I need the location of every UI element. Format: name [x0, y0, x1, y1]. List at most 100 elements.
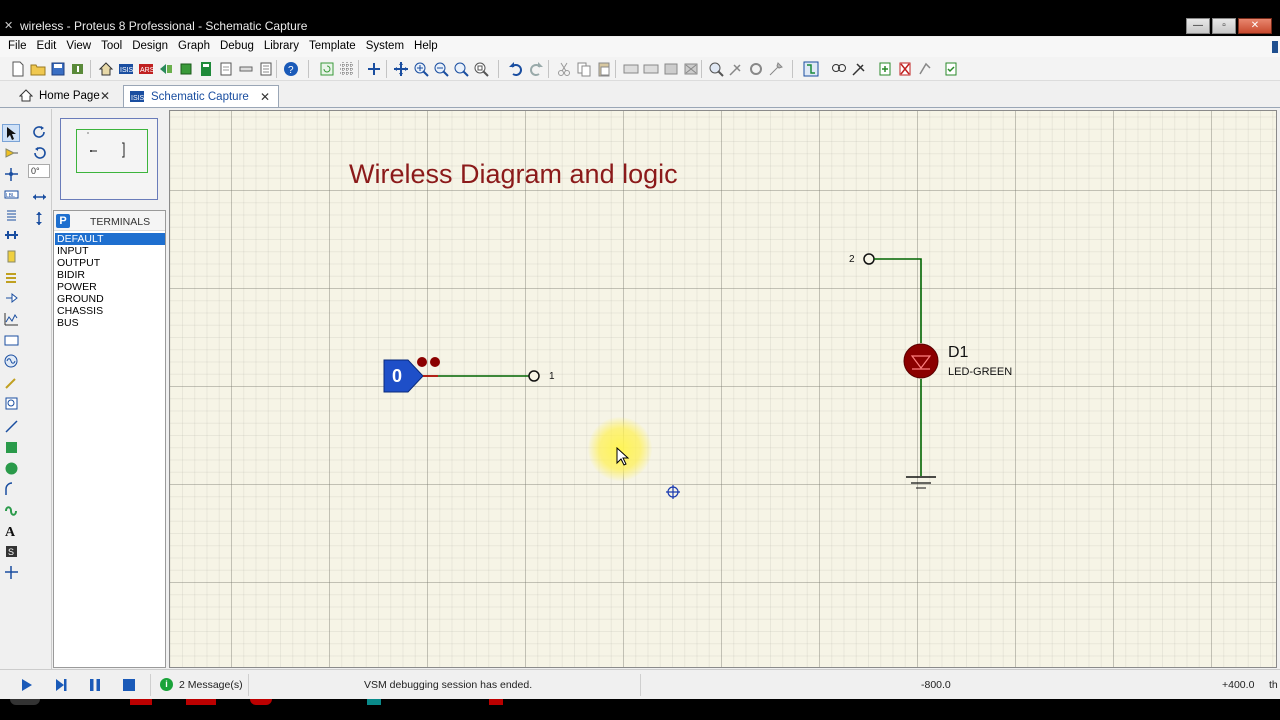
menu-graph[interactable]: Graph [174, 37, 214, 57]
3d-view-icon[interactable] [177, 60, 194, 77]
bus-icon[interactable] [2, 226, 20, 244]
list-item[interactable]: DEFAULT [55, 233, 165, 245]
wire-autorouter-icon[interactable] [802, 60, 819, 77]
new-sheet-icon[interactable] [876, 60, 893, 77]
redo-icon[interactable] [527, 60, 544, 77]
search-tag-icon[interactable] [830, 60, 847, 77]
open-folder-icon[interactable] [29, 60, 46, 77]
packaging-tool-icon[interactable] [747, 60, 764, 77]
zoom-in-icon[interactable] [412, 60, 429, 77]
graph-mode-icon[interactable] [2, 310, 20, 328]
list-item[interactable]: BUS [55, 317, 165, 329]
junction-dot-icon[interactable] [2, 165, 20, 183]
save-icon[interactable] [49, 60, 66, 77]
text-script-icon[interactable] [2, 206, 20, 224]
list-item[interactable]: CHASSIS [55, 305, 165, 317]
help-icon[interactable]: ? [282, 60, 299, 77]
list-item[interactable]: OUTPUT [55, 257, 165, 269]
pick-devices-button[interactable]: P [56, 214, 70, 228]
menu-debug[interactable]: Debug [216, 37, 258, 57]
terminal-2[interactable] [863, 253, 875, 265]
bom-icon[interactable] [197, 60, 214, 77]
pause-icon[interactable] [87, 677, 103, 693]
make-device-icon[interactable] [727, 60, 744, 77]
circle-tool-icon[interactable] [2, 459, 20, 477]
probe-icon[interactable] [2, 373, 20, 391]
electrical-rules-icon[interactable] [942, 60, 959, 77]
menu-tool[interactable]: Tool [97, 37, 126, 57]
pan-icon[interactable] [392, 60, 409, 77]
component-mode-icon[interactable] [2, 144, 20, 162]
design-explorer-icon[interactable] [237, 60, 254, 77]
close-tab-icon[interactable]: ✕ [100, 89, 110, 103]
path-tool-icon[interactable] [2, 501, 20, 519]
source-code-icon[interactable] [217, 60, 234, 77]
menu-library[interactable]: Library [260, 37, 303, 57]
menu-help[interactable]: Help [410, 37, 442, 57]
block-move-icon[interactable] [642, 60, 659, 77]
selection-mode-icon[interactable] [2, 124, 20, 142]
block-copy-icon[interactable] [622, 60, 639, 77]
line-tool-icon[interactable] [2, 417, 20, 435]
rotation-angle-field[interactable]: 0° [28, 164, 50, 178]
zoom-area-icon[interactable] [472, 60, 489, 77]
stop-icon[interactable] [121, 677, 137, 693]
led-reference-label[interactable]: D1 [948, 344, 968, 362]
origin-icon[interactable] [365, 60, 382, 77]
grid-icon[interactable] [338, 60, 355, 77]
new-file-icon[interactable] [9, 60, 26, 77]
box-tool-icon[interactable] [2, 438, 20, 456]
text-tool-icon[interactable]: A [2, 521, 20, 539]
tape-recorder-icon[interactable] [2, 331, 20, 349]
symbol-tool-icon[interactable]: S [2, 542, 20, 560]
gerber-icon[interactable] [157, 60, 174, 77]
remove-sheet-icon[interactable] [896, 60, 913, 77]
notes-icon[interactable] [257, 60, 274, 77]
mirror-horizontal-icon[interactable] [30, 188, 48, 206]
logic-state-value[interactable]: 0 [392, 366, 402, 387]
pcb-icon[interactable]: ARS [137, 60, 154, 77]
schematic-icon[interactable]: ISIS [117, 60, 134, 77]
close-tab-icon[interactable]: ✕ [260, 90, 270, 104]
list-item[interactable]: GROUND [55, 293, 165, 305]
tab-schematic-capture[interactable]: ISIS Schematic Capture ✕ [123, 85, 279, 107]
paste-icon[interactable] [595, 60, 612, 77]
menu-template[interactable]: Template [305, 37, 360, 57]
close-icon[interactable]: ✕ [1238, 18, 1272, 34]
messages-count[interactable]: 2 Message(s) [179, 679, 243, 691]
wire-label-icon[interactable]: LBL [2, 185, 20, 203]
terminal-1[interactable] [528, 370, 540, 382]
rotate-clockwise-icon[interactable] [30, 123, 48, 141]
generator-icon[interactable] [2, 352, 20, 370]
zoom-all-icon[interactable] [452, 60, 469, 77]
ground-terminal[interactable] [906, 476, 936, 489]
refresh-icon[interactable] [318, 60, 335, 77]
undo-icon[interactable] [507, 60, 524, 77]
subcircuit-icon[interactable] [2, 247, 20, 265]
led-value-label[interactable]: LED-GREEN [948, 366, 1012, 378]
mirror-vertical-icon[interactable] [30, 209, 48, 227]
list-item[interactable]: BIDIR [55, 269, 165, 281]
decompose-icon[interactable] [767, 60, 784, 77]
exit-to-parent-icon[interactable] [916, 60, 933, 77]
marker-tool-icon[interactable] [2, 563, 20, 581]
list-item[interactable]: INPUT [55, 245, 165, 257]
home-icon[interactable] [97, 60, 114, 77]
schematic-canvas[interactable]: Wireless Diagram and logic 0 1 2 D1 LED-… [169, 110, 1277, 668]
pick-device-icon[interactable] [707, 60, 724, 77]
block-delete-icon[interactable] [682, 60, 699, 77]
play-icon[interactable] [18, 677, 34, 693]
led-d1[interactable] [903, 343, 939, 379]
menu-view[interactable]: View [62, 37, 95, 57]
step-icon[interactable] [53, 677, 69, 693]
zoom-out-icon[interactable] [432, 60, 449, 77]
tab-home-page[interactable]: Home Page ✕ [14, 85, 118, 107]
menu-file[interactable]: File [4, 37, 31, 57]
wire-net-2[interactable] [874, 258, 922, 343]
maximize-icon[interactable]: ▫ [1212, 18, 1236, 34]
menu-edit[interactable]: Edit [33, 37, 61, 57]
arc-tool-icon[interactable] [2, 480, 20, 498]
device-pins-icon[interactable] [2, 289, 20, 307]
import-icon[interactable] [69, 60, 86, 77]
menu-design[interactable]: Design [128, 37, 172, 57]
